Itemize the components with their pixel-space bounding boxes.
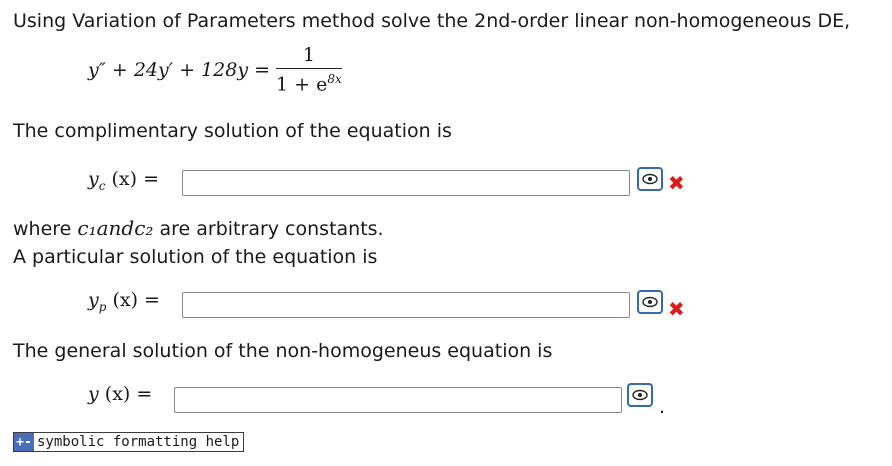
plus-minus-icon: +-	[14, 433, 34, 451]
y-input[interactable]	[174, 387, 622, 413]
help-label: symbolic formatting help	[37, 434, 240, 450]
eye-icon	[632, 389, 648, 401]
yp-preview-button[interactable]	[637, 290, 663, 314]
yp-incorrect-icon: ✖	[668, 297, 685, 321]
yc-incorrect-icon: ✖	[668, 171, 685, 195]
equation-denominator: 1 + e8x	[276, 72, 342, 96]
symbolic-formatting-help-button[interactable]: +- symbolic formatting help	[13, 432, 245, 452]
equation-numerator: 1	[302, 44, 315, 66]
yc-preview-button[interactable]	[637, 167, 663, 191]
eye-icon	[642, 296, 658, 308]
equation-lhs: y″ + 24y′ + 128y =	[88, 58, 271, 81]
yc-label: yc (x) =	[88, 168, 160, 193]
constants-note: where c₁andc₂ are arbitrary constants.	[13, 216, 384, 240]
yp-label: yp (x) =	[88, 289, 160, 314]
general-prompt: The general solution of the non-homogene…	[13, 340, 553, 362]
particular-prompt: A particular solution of the equation is	[13, 246, 378, 268]
yc-input[interactable]	[182, 170, 630, 196]
equation-exponent: 8x	[327, 72, 342, 86]
complementary-prompt: The complimentary solution of the equati…	[13, 120, 452, 142]
y-label: y (x) =	[88, 383, 153, 405]
yp-input[interactable]	[182, 292, 630, 318]
eye-icon	[642, 173, 658, 185]
problem-intro: Using Variation of Parameters method sol…	[13, 10, 851, 32]
general-trailing-period: .	[659, 396, 666, 418]
y-preview-button[interactable]	[627, 383, 653, 407]
equation-fraction: 1 1 + e8x	[276, 44, 342, 95]
constants-math: c₁andc₂	[77, 216, 154, 240]
differential-equation: y″ + 24y′ + 128y = 1 1 + e8x	[88, 44, 342, 95]
